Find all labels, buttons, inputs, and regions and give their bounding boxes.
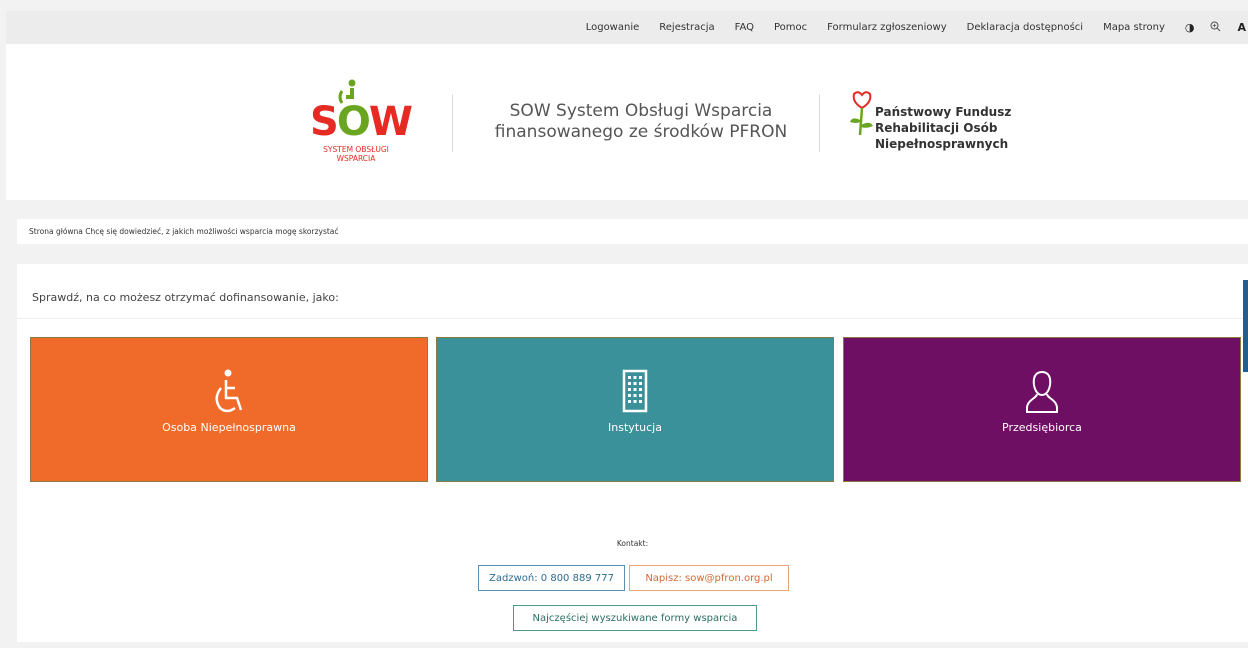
- nav-faq[interactable]: FAQ: [735, 22, 754, 33]
- top-bar: Logowanie Rejestracja FAQ Pomoc Formular…: [6, 11, 1248, 44]
- sow-logo[interactable]: SOW SYSTEM OBSŁUGI WSPARCIA: [306, 79, 413, 174]
- tile-osoba-niepelnosprawna[interactable]: Osoba Niepełnosprawna: [30, 337, 428, 482]
- top-nav: Logowanie Rejestracja FAQ Pomoc Formular…: [586, 11, 1248, 44]
- breadcrumb-current: Chcę się dowiedzieć, z jakich możliwości…: [85, 227, 339, 236]
- tile-instytucja[interactable]: Instytucja: [436, 337, 834, 482]
- building-icon: [622, 369, 648, 413]
- sow-logo-subtitle: SYSTEM OBSŁUGI WSPARCIA: [323, 145, 389, 163]
- tile-przedsiebiorca[interactable]: Przedsiębiorca: [843, 337, 1241, 482]
- main-panel: Sprawdź, na co możesz otrzymać dofinanso…: [17, 264, 1248, 642]
- section-divider: [17, 318, 1248, 319]
- tile-label: Przedsiębiorca: [1002, 421, 1082, 434]
- header-divider: [452, 94, 453, 152]
- nav-pomoc[interactable]: Pomoc: [774, 22, 807, 33]
- font-icon[interactable]: A: [1237, 21, 1246, 34]
- sow-logo-word: SOW: [310, 99, 413, 145]
- zoom-icon[interactable]: [1210, 21, 1221, 35]
- nav-logowanie[interactable]: Logowanie: [586, 22, 640, 33]
- nav-mapa-strony[interactable]: Mapa strony: [1103, 22, 1165, 33]
- nav-deklaracja[interactable]: Deklaracja dostępności: [967, 22, 1083, 33]
- tile-label: Osoba Niepełnosprawna: [162, 421, 296, 434]
- call-button[interactable]: Zadzwoń: 0 800 889 777: [478, 565, 625, 591]
- nav-rejestracja[interactable]: Rejestracja: [659, 22, 714, 33]
- pfron-tulip-icon: [850, 91, 873, 136]
- person-icon: [1026, 370, 1058, 413]
- contrast-icon[interactable]: ◑: [1185, 21, 1195, 34]
- side-feedback-tab[interactable]: [1243, 280, 1248, 372]
- header-divider: [819, 94, 820, 152]
- wheelchair-icon: [215, 369, 243, 413]
- site-header: SOW SYSTEM OBSŁUGI WSPARCIA SOW System O…: [6, 44, 1248, 200]
- pfron-name: Państwowy Fundusz Rehabilitacji Osób Nie…: [875, 105, 1012, 151]
- section-title: Sprawdź, na co możesz otrzymać dofinanso…: [32, 291, 339, 304]
- contact-label: Kontakt:: [616, 539, 649, 548]
- breadcrumb-home[interactable]: Strona główna: [29, 227, 83, 236]
- popular-support-button[interactable]: Najczęściej wyszukiwane formy wsparcia: [513, 605, 757, 631]
- email-button[interactable]: Napisz: sow@pfron.org.pl: [629, 565, 789, 591]
- tile-label: Instytucja: [608, 421, 662, 434]
- nav-formularz[interactable]: Formularz zgłoszeniowy: [827, 22, 946, 33]
- breadcrumb: Strona główna Chcę się dowiedzieć, z jak…: [17, 219, 1248, 244]
- site-title: SOW System Obsługi Wsparcia finansowaneg…: [494, 101, 788, 142]
